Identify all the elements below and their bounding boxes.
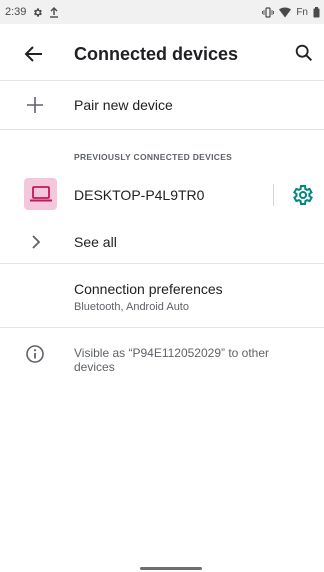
laptop-icon [29, 186, 52, 202]
status-left: 2:39 [5, 6, 59, 18]
device-row[interactable]: DESKTOP-P4L9TR0 [0, 172, 324, 218]
app-bar: Connected devices [0, 24, 324, 81]
pair-new-device-label: Pair new device [74, 97, 173, 113]
battery-icon [313, 6, 320, 18]
chevron-right-icon [32, 235, 41, 249]
vertical-divider [273, 184, 274, 206]
settings-icon [32, 7, 43, 18]
arrow-back-icon [24, 46, 42, 62]
device-icon-wrap [24, 178, 57, 210]
vibrate-icon [262, 6, 275, 18]
see-all-row[interactable]: See all [0, 222, 324, 264]
see-all-label: See all [74, 234, 117, 250]
visibility-text: Visible as “P94E112052029” to other devi… [74, 346, 270, 374]
status-fn-label: Fn [296, 6, 308, 18]
device-name: DESKTOP-P4L9TR0 [74, 187, 205, 203]
section-header-previously-connected: PREVIOUSLY CONNECTED DEVICES [74, 152, 233, 162]
page-title: Connected devices [74, 44, 239, 64]
status-time: 2:39 [5, 6, 27, 18]
visibility-info: Visible as “P94E112052029” to other devi… [0, 338, 324, 388]
upload-icon [49, 6, 59, 18]
connection-preferences-row[interactable]: Connection preferences Bluetooth, Androi… [0, 266, 324, 328]
connection-preferences-subtitle: Bluetooth, Android Auto [74, 301, 189, 313]
gesture-nav-handle[interactable] [140, 567, 202, 570]
device-settings-button[interactable] [290, 183, 314, 207]
wifi-icon [279, 6, 292, 18]
connection-preferences-title: Connection preferences [74, 281, 223, 297]
pair-new-device-row[interactable]: Pair new device [0, 82, 324, 130]
search-button[interactable] [293, 42, 315, 64]
info-icon [26, 345, 44, 363]
back-button[interactable] [22, 42, 46, 66]
status-bar: 2:39 Fn [0, 0, 324, 24]
search-icon [295, 44, 313, 62]
status-right: Fn [262, 6, 320, 18]
gear-icon [293, 185, 313, 205]
plus-icon [27, 97, 43, 113]
